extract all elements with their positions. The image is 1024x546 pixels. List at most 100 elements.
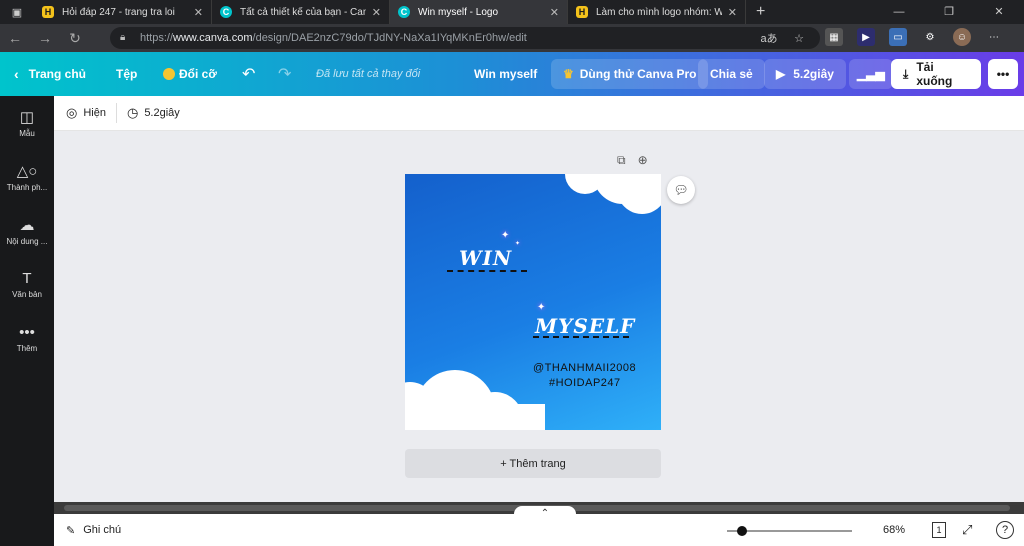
more-options-button[interactable]: ••• (988, 59, 1018, 89)
extension-screen-icon[interactable]: ▭ (889, 28, 907, 46)
bar-chart-icon: ▁▃▅ (857, 67, 885, 81)
fullscreen-icon[interactable]: ⤢ (962, 522, 972, 538)
read-aloud-icon[interactable]: aあ (760, 29, 778, 47)
zoom-value[interactable]: 68% (883, 524, 905, 536)
divider (115, 103, 117, 123)
browser-tab[interactable]: H Hỏi đáp 247 - trang tra loi ✕ (34, 0, 212, 24)
profile-avatar[interactable]: ☺ (953, 28, 971, 46)
try-pro-label: Dùng thử Canva Pro (579, 67, 697, 81)
add-page-icon[interactable]: ⊕ (638, 153, 648, 168)
notes-label: Ghi chú (83, 524, 122, 536)
context-toolbar: ◎ Hiện ◷ 5.2giây (54, 96, 1024, 131)
sidebar-item-label: Văn bản (12, 290, 42, 299)
notes-button[interactable]: ✎ Ghi chú (66, 524, 121, 537)
undo-icon[interactable]: ↶ (242, 52, 255, 96)
close-icon[interactable]: ✕ (728, 6, 737, 19)
play-button[interactable]: ▶ 5.2giây (764, 59, 846, 89)
browser-tab-active[interactable]: C Win myself - Logo ✕ (390, 0, 568, 24)
sidebar-item-label: Nội dung ... (6, 237, 48, 246)
hashtag-text: #HOIDAP247 (549, 377, 621, 389)
browser-tab[interactable]: C Tất cả thiết kế của bạn - Canva ✕ (212, 0, 390, 24)
zoom-slider[interactable] (727, 526, 852, 536)
add-page-button[interactable]: + Thêm trang (405, 449, 661, 478)
crown-icon: ♛ (563, 67, 574, 81)
elements-icon: △○ (16, 163, 38, 180)
collections-icon[interactable]: ▦ (825, 28, 843, 46)
design-title[interactable]: Win myself (474, 52, 537, 96)
crown-icon (163, 68, 175, 80)
home-label: Trang chủ (28, 67, 87, 81)
close-icon[interactable]: ✕ (550, 6, 559, 19)
play-duration: 5.2giây (793, 67, 834, 81)
canva-icon: C (398, 6, 410, 18)
sidebar-item-label: Thành ph... (6, 183, 48, 192)
tab-title: Tất cả thiết kế của bạn - Canva (240, 6, 366, 18)
close-window-icon[interactable]: ✕ (974, 0, 1024, 24)
sidebar-item-elements[interactable]: △○ Thành ph... (0, 162, 54, 192)
file-menu[interactable]: Tệp (116, 52, 137, 96)
tab-title: Hỏi đáp 247 - trang tra loi (62, 6, 175, 18)
vertical-scrollbar[interactable] (1016, 131, 1024, 502)
url-field[interactable]: 🔒︎ https://www.canva.com/design/DAE2nzC7… (110, 27, 820, 49)
dashed-underline (533, 336, 629, 338)
dashed-underline (447, 270, 527, 272)
sidebar-item-text[interactable]: T Văn bản (0, 270, 54, 299)
animate-button[interactable]: ◎ Hiện (66, 105, 106, 121)
help-icon[interactable]: ? (996, 521, 1014, 539)
tab-title: Win myself - Logo (418, 6, 499, 18)
close-icon[interactable]: ✕ (194, 6, 203, 19)
insights-button[interactable]: ▁▃▅ (849, 59, 893, 89)
new-tab-button[interactable]: + (746, 0, 775, 24)
upload-icon: ☁ (19, 217, 35, 234)
clock-icon: ◷ (126, 105, 139, 120)
redo-icon[interactable]: ↷ (278, 52, 291, 96)
design-page[interactable]: ✦ ✦ ✦ WIN MYSELF @THANHMAII2008 #HOIDAP2… (405, 174, 661, 430)
browser-tab[interactable]: H Làm cho mình logo nhóm: Win ✕ (568, 0, 746, 24)
zoom-slider-knob[interactable] (737, 526, 747, 536)
download-button[interactable]: ⤓ Tải xuống (891, 59, 981, 89)
browser-tab-strip: ▣ H Hỏi đáp 247 - trang tra loi ✕ C Tất … (0, 0, 1024, 24)
word-myself: MYSELF (535, 314, 636, 338)
save-status: Đã lưu tất cả thay đổi (316, 68, 421, 80)
animate-label: Hiện (83, 107, 106, 119)
more-icon: ••• (19, 324, 35, 341)
restore-icon[interactable]: ❐ (924, 0, 974, 24)
tab-actions-icon[interactable]: ▣ (0, 0, 34, 24)
duration-button[interactable]: ◷ 5.2giây (127, 105, 180, 121)
chevron-left-icon: ‹ (14, 66, 19, 82)
editor-top-bar: ‹ Trang chủ Tệp Đổi cỡ ↶ ↷ Đã lưu tất cả… (0, 52, 1024, 96)
share-button[interactable]: Chia sẻ (698, 59, 765, 89)
notes-icon: ✎ (66, 524, 76, 537)
sidebar-item-templates[interactable]: ◫ Mẫu (0, 108, 54, 138)
sparkle-icon: ✦ (501, 230, 510, 241)
url-path: /design/DAE2nzC79do/TJdNY-NaXa1IYqMKnEr0… (252, 32, 527, 44)
favorite-star-icon[interactable]: ☆ (790, 29, 808, 47)
browser-menu-icon[interactable]: ⋯ (985, 28, 1003, 46)
resize-button[interactable]: Đổi cỡ (163, 52, 217, 96)
try-pro-button[interactable]: ♛ Dùng thử Canva Pro (551, 59, 709, 89)
tab-title: Làm cho mình logo nhóm: Win (596, 6, 722, 18)
url-prefix: https:// (140, 32, 174, 44)
duplicate-page-icon[interactable]: ⧉ (617, 153, 626, 168)
extensions-icon[interactable]: ⚙ (921, 28, 939, 46)
page-count-icon[interactable]: 1 (932, 522, 946, 538)
download-icon: ⤓ (903, 66, 909, 81)
close-icon[interactable]: ✕ (372, 6, 381, 19)
download-label: Tải xuống (916, 60, 953, 88)
window-controls: — ❐ ✕ (874, 0, 1024, 24)
forward-icon[interactable]: → (30, 30, 60, 46)
left-sidebar: ◫ Mẫu △○ Thành ph... ☁ Nội dung ... T Vă… (0, 96, 54, 546)
extension-play-icon[interactable]: ▶ (857, 28, 875, 46)
canva-icon: C (220, 6, 232, 18)
minimize-icon[interactable]: — (874, 0, 924, 24)
add-comment-icon[interactable]: 💬︎ (667, 176, 695, 204)
page-number: 1 (936, 525, 942, 535)
reload-icon[interactable]: ↻ (60, 30, 90, 47)
layout-icon: ◫ (19, 109, 35, 126)
home-link[interactable]: ‹ Trang chủ (14, 52, 86, 96)
sparkle-icon: ✦ (515, 241, 521, 247)
back-icon[interactable]: ← (0, 30, 30, 46)
sidebar-item-uploads[interactable]: ☁ Nội dung ... (0, 216, 54, 246)
animate-icon: ◎ (66, 105, 78, 120)
sidebar-item-more[interactable]: ••• Thêm (0, 324, 54, 353)
